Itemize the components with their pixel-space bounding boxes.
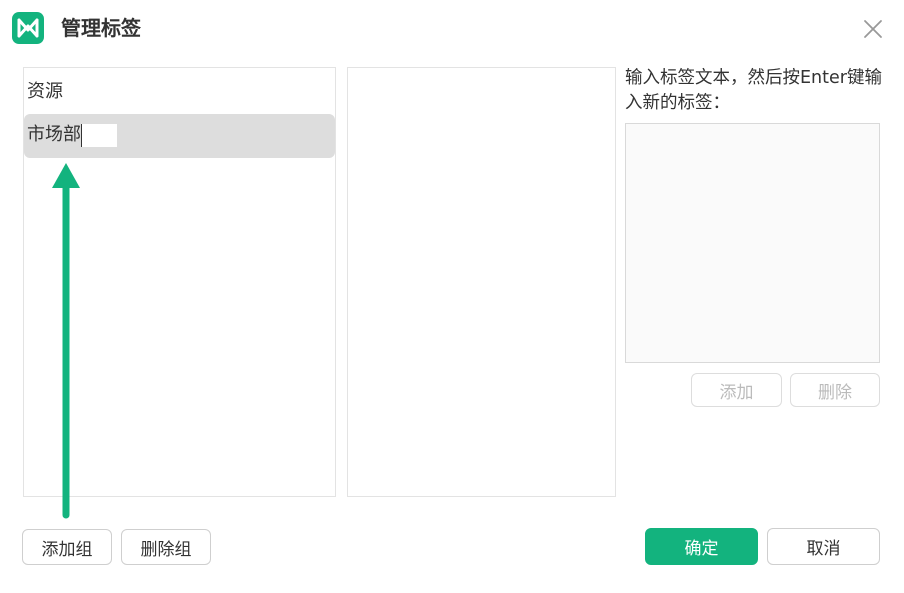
tag-list-panel[interactable] bbox=[347, 67, 616, 497]
add-group-button[interactable]: 添加组 bbox=[22, 529, 112, 565]
delete-tag-button[interactable]: 删除 bbox=[790, 373, 880, 407]
delete-group-button[interactable]: 删除组 bbox=[121, 529, 211, 565]
group-name-input[interactable]: 市场部 bbox=[27, 122, 117, 148]
ok-button[interactable]: 确定 bbox=[645, 528, 758, 565]
group-name-value: 市场部 bbox=[27, 124, 81, 145]
cancel-button[interactable]: 取消 bbox=[767, 528, 880, 565]
close-icon[interactable] bbox=[862, 18, 884, 40]
group-list-panel[interactable]: 资源 市场部 bbox=[23, 67, 336, 497]
add-tag-button[interactable]: 添加 bbox=[691, 373, 782, 407]
group-item-resources[interactable]: 资源 bbox=[27, 78, 63, 106]
text-cursor bbox=[81, 123, 117, 147]
tag-input-hint: 输入标签文本，然后按Enter键输入新的标签： bbox=[625, 68, 882, 113]
group-item-selected[interactable]: 市场部 bbox=[24, 114, 335, 158]
manage-tags-dialog: 管理标签 资源 市场部 输入标签文本，然后按Enter键输入新的标签： 添加 删… bbox=[0, 0, 904, 593]
dialog-title: 管理标签 bbox=[61, 16, 141, 40]
tag-text-input[interactable] bbox=[625, 123, 880, 363]
app-logo-icon bbox=[12, 12, 44, 44]
